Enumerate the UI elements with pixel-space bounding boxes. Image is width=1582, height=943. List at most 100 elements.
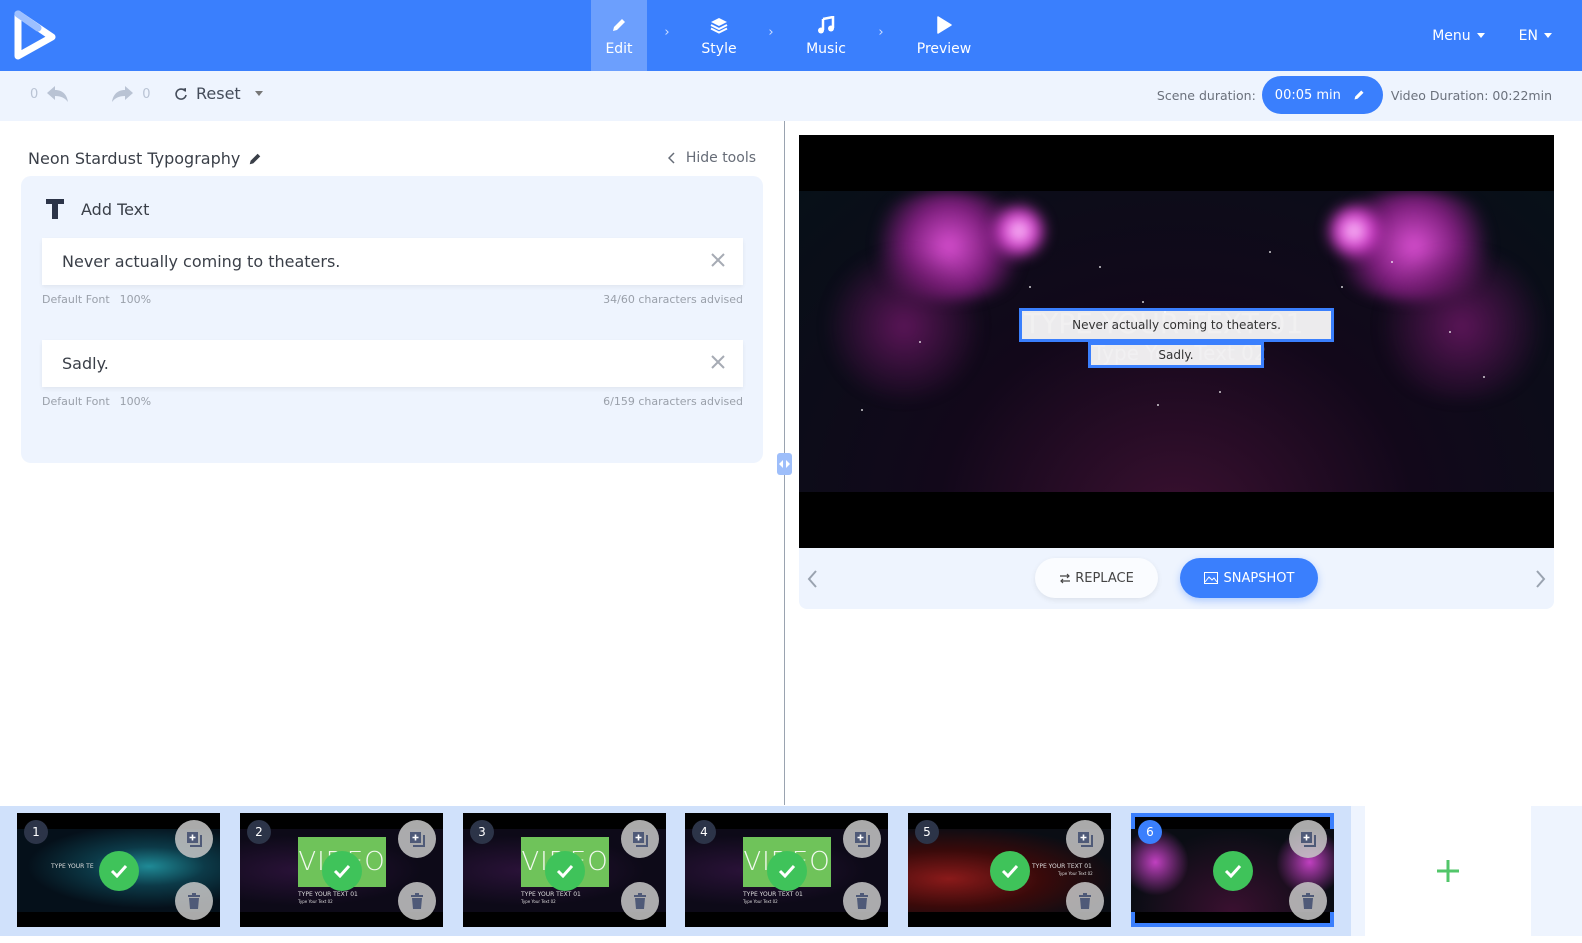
delete-scene-button[interactable]: [843, 882, 881, 920]
text-field-value: Sadly.: [62, 354, 109, 373]
snapshot-button[interactable]: SNAPSHOT: [1180, 558, 1318, 598]
trash-icon: [1079, 893, 1091, 909]
font-name[interactable]: Default Font: [42, 293, 110, 306]
redo-arrow-icon: [112, 86, 134, 102]
step-preview[interactable]: Preview: [901, 0, 987, 71]
trash-icon: [1302, 893, 1314, 909]
replace-label: REPLACE: [1075, 570, 1134, 586]
swap-arrows-icon: [1060, 573, 1071, 583]
preview-text-1-value: Never actually coming to theaters.: [1072, 318, 1281, 332]
text-field-1[interactable]: Never actually coming to theaters.: [42, 238, 743, 285]
caret-down-icon[interactable]: [254, 91, 263, 96]
duplicate-scene-button[interactable]: [398, 820, 436, 858]
step-style[interactable]: Style: [687, 0, 751, 71]
step-separator: ›: [768, 25, 774, 40]
undo-arrow-icon: [47, 86, 69, 102]
delete-scene-button[interactable]: [1289, 882, 1327, 920]
font-size[interactable]: 100%: [120, 293, 151, 306]
thumbnail-subcaption: Type Your Text 02: [298, 899, 333, 904]
undo-redo-group: 0 0: [30, 85, 151, 103]
pencil-icon: [609, 15, 629, 35]
duplicate-scene-button[interactable]: [175, 820, 213, 858]
step-edit[interactable]: Edit: [591, 0, 647, 71]
delete-scene-button[interactable]: [398, 882, 436, 920]
scene-preview: TYPE YOUR TEXT 01 Type Your Text 02 Neve…: [799, 135, 1554, 548]
project-title[interactable]: Neon Stardust Typography: [28, 149, 262, 168]
clear-text-icon[interactable]: [710, 354, 726, 370]
step-music[interactable]: Music: [791, 0, 861, 71]
trash-icon: [856, 893, 868, 909]
thumbnail-caption: TYPE YOUR TEXT 01: [743, 891, 803, 898]
step-label: Edit: [605, 40, 633, 57]
thumbnail-subcaption: Type Your Text 02: [743, 899, 778, 904]
nebula-glow: [1324, 201, 1384, 261]
duplicate-icon: [633, 832, 648, 847]
scene-thumbnail-5[interactable]: TYPE YOUR TEXT 01 Type Your Text 02 5: [908, 813, 1111, 927]
scene-thumbnail-1[interactable]: TYPE YOUR TE 1: [17, 813, 220, 927]
scene-duration-button[interactable]: 00:05 min: [1261, 76, 1383, 114]
duplicate-icon: [855, 832, 870, 847]
preview-text-2-value: Sadly.: [1158, 348, 1194, 362]
next-scene-arrow-icon[interactable]: [1534, 568, 1548, 590]
thumbnail-subcaption: Type Your Text 02: [521, 899, 556, 904]
duplicate-scene-button[interactable]: [1289, 820, 1327, 858]
trash-icon: [411, 893, 423, 909]
pencil-icon: [1354, 90, 1364, 100]
resize-handle[interactable]: [777, 453, 792, 475]
duplicate-icon: [187, 832, 202, 847]
undo-count: 0: [30, 86, 39, 102]
scene-duration-label: Scene duration:: [1156, 87, 1256, 103]
music-note-icon: [816, 15, 836, 35]
scene-thumbnail-4[interactable]: VIDEO TYPE YOUR TEXT 01 Type Your Text 0…: [685, 813, 888, 927]
scene-filmstrip: TYPE YOUR TE 1 VIDEO TYPE YOUR TEXT 01 T…: [0, 806, 1351, 936]
top-navigation-bar: Edit › Style › Music › Preview Menu EN: [0, 0, 1582, 71]
trash-icon: [634, 893, 646, 909]
edit-toolbar: 0 0 Reset Scene duration: 00:05 min Vide…: [0, 71, 1582, 121]
font-name[interactable]: Default Font: [42, 395, 110, 408]
add-scene-button[interactable]: [1365, 806, 1531, 936]
text-field-1-meta: Default Font 100% 34/60 characters advise…: [42, 293, 743, 306]
step-label: Music: [806, 40, 846, 57]
previous-scene-arrow-icon[interactable]: [805, 568, 819, 590]
project-title-text: Neon Stardust Typography: [28, 149, 241, 168]
scene-number-badge: 3: [470, 820, 494, 844]
step-separator: ›: [664, 25, 670, 40]
redo-button[interactable]: [110, 85, 134, 103]
thumbnail-caption: TYPE YOUR TEXT 01: [521, 891, 581, 898]
pencil-icon[interactable]: [248, 152, 262, 166]
app-logo-icon[interactable]: [12, 10, 58, 62]
play-icon: [934, 15, 954, 35]
delete-scene-button[interactable]: [1066, 882, 1104, 920]
preview-text-1[interactable]: Never actually coming to theaters.: [1019, 308, 1334, 342]
language-label: EN: [1518, 27, 1538, 44]
snapshot-label: SNAPSHOT: [1223, 570, 1295, 586]
top-right-menus: Menu EN: [1432, 0, 1552, 71]
text-field-2[interactable]: Sadly.: [42, 340, 743, 387]
duplicate-scene-button[interactable]: [1066, 820, 1104, 858]
chevron-left-icon: [667, 152, 675, 164]
scene-background: TYPE YOUR TEXT 01 Type Your Text 02 Neve…: [799, 191, 1554, 492]
clear-text-icon[interactable]: [710, 252, 726, 268]
caret-down-icon: [1544, 33, 1552, 38]
scene-number-badge: 4: [692, 820, 716, 844]
hide-tools-button[interactable]: Hide tools: [667, 150, 756, 166]
replace-button[interactable]: REPLACE: [1035, 558, 1158, 598]
caret-down-icon: [1476, 33, 1485, 38]
duplicate-scene-button[interactable]: [843, 820, 881, 858]
scene-thumbnail-6[interactable]: 6: [1131, 813, 1334, 927]
delete-scene-button[interactable]: [175, 882, 213, 920]
step-label: Style: [701, 40, 737, 57]
font-size[interactable]: 100%: [120, 395, 151, 408]
main-menu-dropdown[interactable]: Menu: [1432, 28, 1485, 44]
reset-button[interactable]: Reset: [174, 84, 263, 103]
language-dropdown[interactable]: EN: [1519, 28, 1552, 44]
undo-button[interactable]: [46, 85, 70, 103]
scene-number-badge: 5: [915, 820, 939, 844]
preview-text-2[interactable]: Sadly.: [1088, 342, 1264, 368]
scene-thumbnail-2[interactable]: VIDEO TYPE YOUR TEXT 01 Type Your Text 0…: [240, 813, 443, 927]
layers-icon: [709, 15, 729, 35]
delete-scene-button[interactable]: [621, 882, 659, 920]
scene-thumbnail-3[interactable]: VIDEO TYPE YOUR TEXT 01 Type Your Text 0…: [463, 813, 666, 927]
duplicate-scene-button[interactable]: [621, 820, 659, 858]
nebula-left-low: [819, 251, 989, 401]
